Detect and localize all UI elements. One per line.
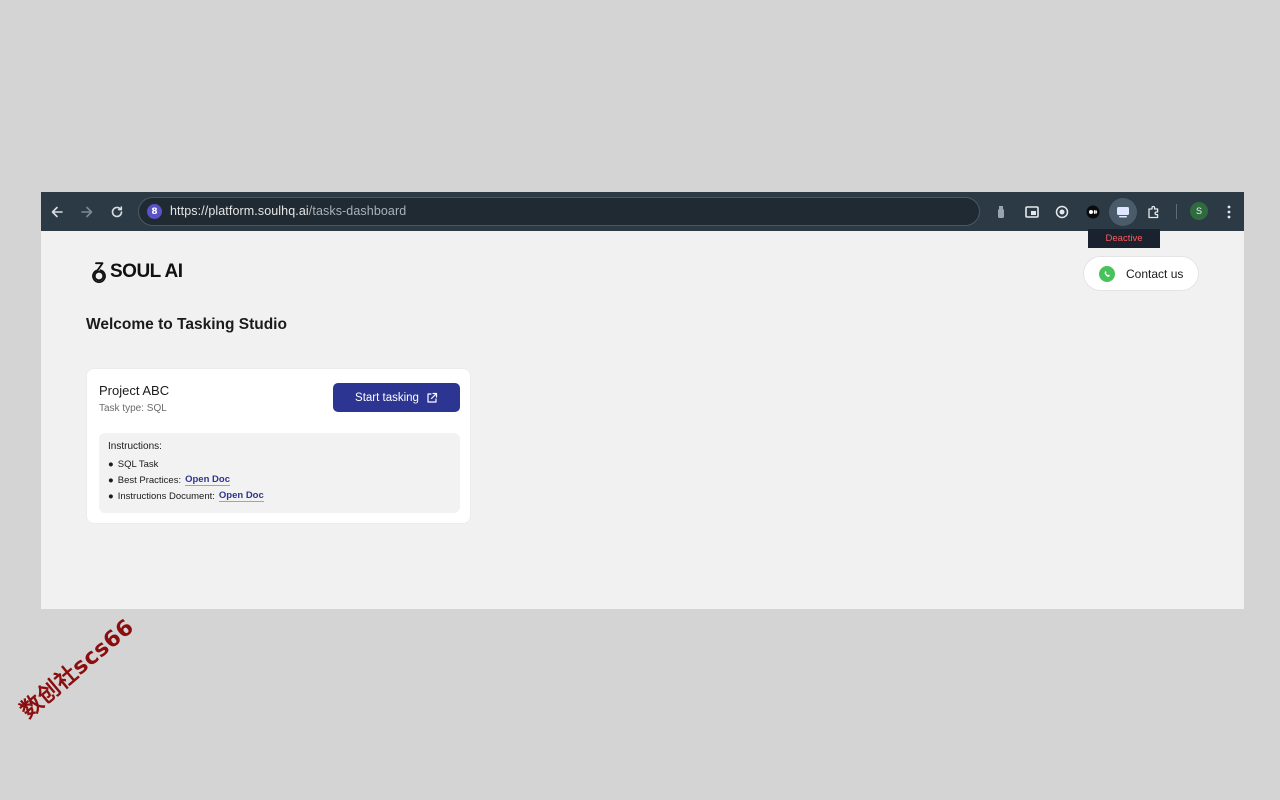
watermark-text: 数创社scs66 (15, 614, 140, 724)
extension-tooltip: Deactive (1088, 229, 1160, 248)
instruction-item: ● SQL Task (108, 459, 158, 470)
kebab-menu-icon[interactable] (1218, 201, 1240, 223)
puzzle-extensions-icon[interactable] (1143, 201, 1165, 223)
page-title: Welcome to Tasking Studio (86, 316, 287, 333)
browser-toolbar: 8 https://platform.soulhq.ai/tasks-dashb… (41, 192, 1244, 231)
toolbar-divider (1176, 204, 1177, 219)
start-tasking-label: Start tasking (355, 391, 419, 404)
task-type: Task type: SQL (99, 403, 167, 414)
address-bar[interactable]: 8 https://platform.soulhq.ai/tasks-dashb… (138, 197, 980, 226)
instruction-item: ● Best Practices: Open Doc (108, 474, 230, 486)
whatsapp-icon (1099, 266, 1115, 282)
screen-extension-icon[interactable] (1109, 198, 1137, 226)
bullet: ● (108, 490, 114, 502)
reload-icon[interactable] (106, 201, 128, 223)
record-extension-icon[interactable] (1051, 201, 1073, 223)
external-link-icon (427, 392, 438, 403)
instruction-text: SQL Task (117, 459, 159, 470)
bottle-extension-icon[interactable] (990, 201, 1012, 223)
back-arrow-icon[interactable] (46, 201, 68, 223)
instructions-title: Instructions: (108, 441, 162, 452)
project-title: Project ABC (99, 383, 170, 398)
logo-text: SOUL AI (110, 261, 183, 282)
url-text[interactable]: https://platform.soulhq.ai/tasks-dashboa… (170, 204, 406, 218)
contact-us-button[interactable]: Contact us (1083, 256, 1199, 291)
url-host: https://platform.soulhq.ai (170, 204, 309, 218)
soul-logo-icon (92, 262, 106, 283)
instruction-text: Instructions Document: (117, 490, 215, 502)
start-tasking-button[interactable]: Start tasking (333, 383, 460, 412)
best-practices-open-doc-link[interactable]: Open Doc (185, 474, 230, 486)
contact-us-label: Contact us (1126, 267, 1184, 281)
profile-avatar[interactable]: S (1190, 202, 1208, 220)
bullet: ● (108, 474, 114, 486)
medium-extension-icon[interactable] (1082, 201, 1104, 223)
instruction-text: Best Practices: (117, 474, 182, 486)
browser-window: 8 https://platform.soulhq.ai/tasks-dashb… (41, 192, 1244, 609)
instructions-document-open-doc-link[interactable]: Open Doc (218, 490, 264, 502)
site-favicon-icon: 8 (147, 204, 162, 219)
instruction-item: ● Instructions Document: Open Doc (108, 490, 264, 502)
bullet: ● (108, 459, 114, 470)
url-path: /tasks-dashboard (308, 204, 407, 218)
forward-arrow-icon[interactable] (76, 201, 98, 223)
project-card: Project ABC Task type: SQL Start tasking… (86, 368, 471, 524)
picture-in-picture-icon[interactable] (1021, 201, 1043, 223)
instructions-box: Instructions: ● SQL Task ● Best Practice… (99, 433, 460, 513)
soul-ai-logo[interactable]: SOUL AI (90, 261, 183, 283)
